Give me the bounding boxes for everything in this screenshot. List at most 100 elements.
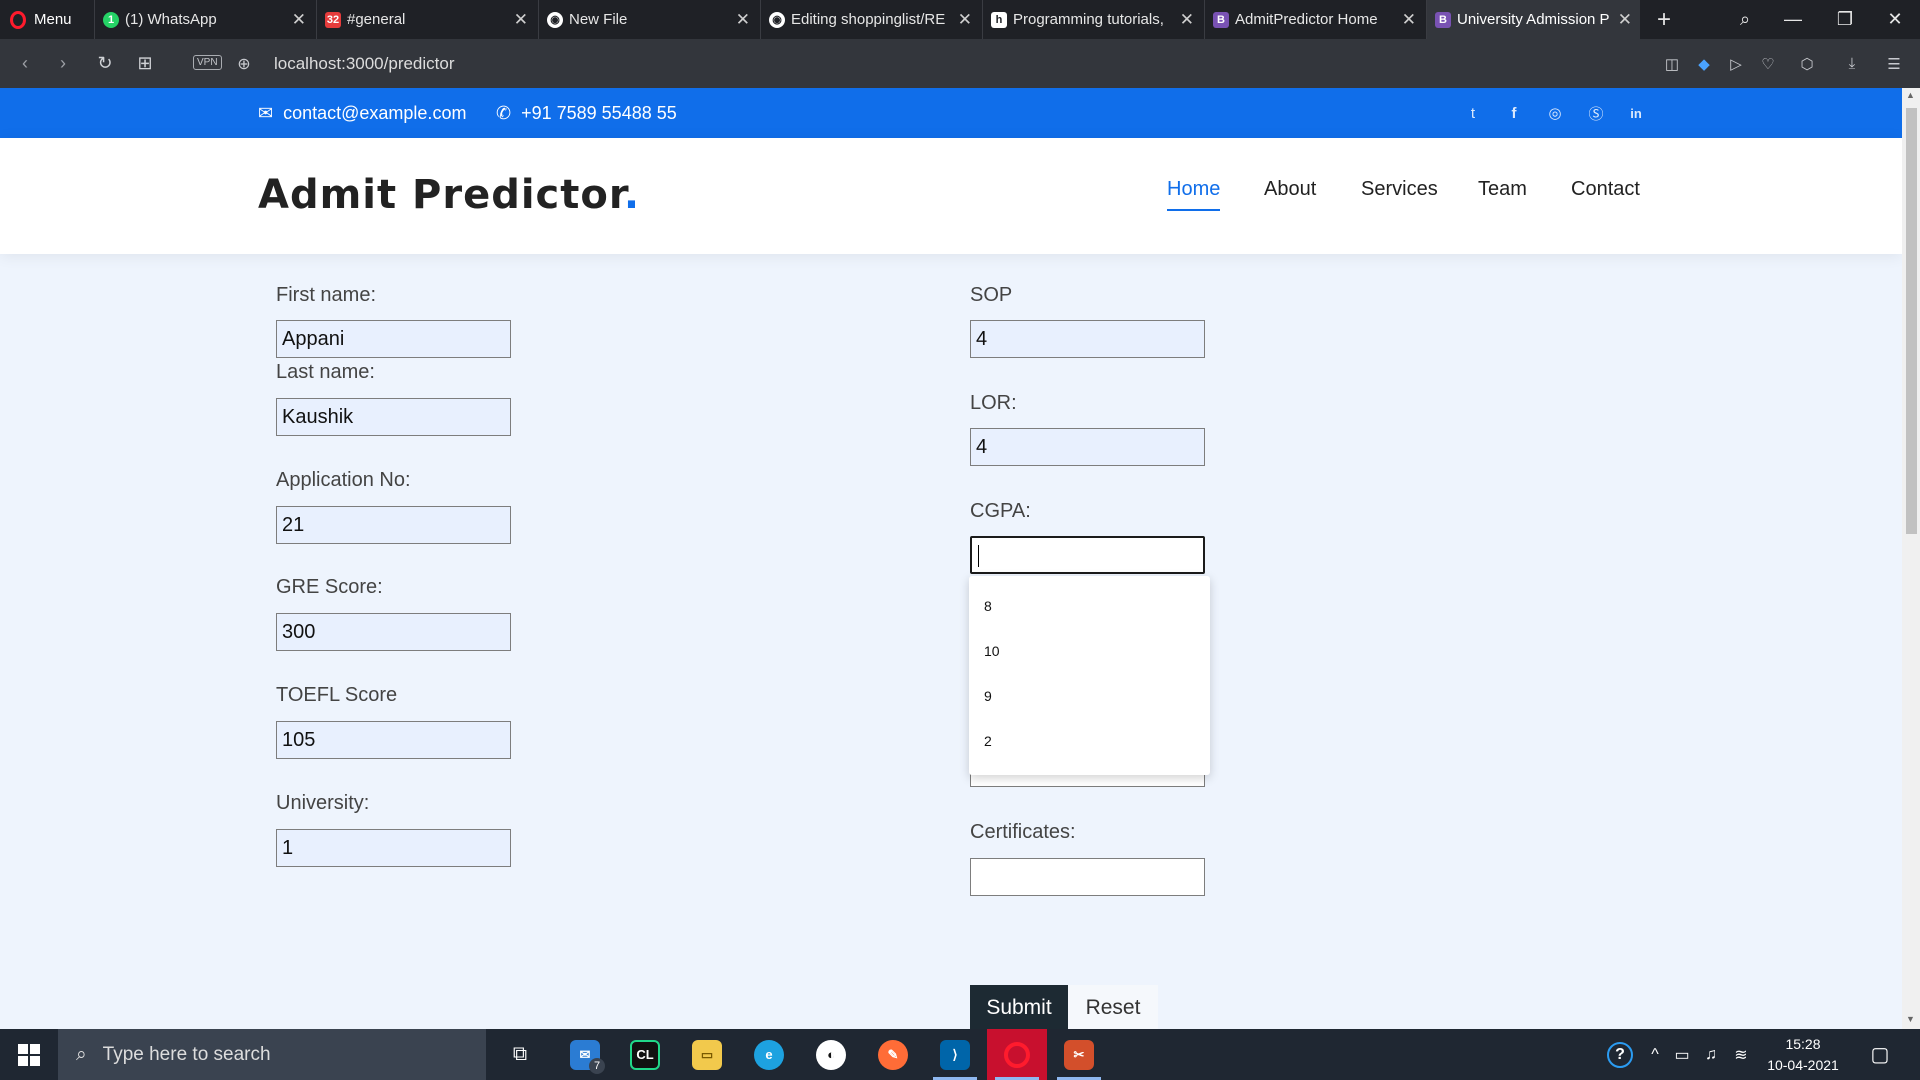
linkedin-icon[interactable]: in <box>1623 88 1649 138</box>
tab-whatsapp[interactable]: 1 (1) WhatsApp ✕ <box>94 0 314 39</box>
scroll-down-icon[interactable]: ▼ <box>1906 1014 1915 1024</box>
restore-button[interactable]: ❐ <box>1822 0 1868 39</box>
opera-browser-icon[interactable] <box>987 1029 1047 1080</box>
scrollbar-thumb[interactable] <box>1906 108 1917 534</box>
twitter-icon[interactable]: t <box>1460 88 1486 138</box>
close-icon[interactable]: ✕ <box>1402 10 1416 30</box>
download-icon[interactable]: ⤓ <box>1838 39 1866 88</box>
minimize-button[interactable]: — <box>1770 0 1816 39</box>
instagram-icon[interactable]: ◎ <box>1542 88 1568 138</box>
submit-button[interactable]: Submit <box>970 985 1068 1031</box>
chevron-up-icon[interactable]: ^ <box>1642 1029 1668 1080</box>
send-icon[interactable]: ▷ <box>1722 39 1750 88</box>
new-tab-button[interactable]: + <box>1641 0 1687 39</box>
site-logo[interactable]: Admit Predictor. <box>258 172 640 218</box>
cgpa-suggestion[interactable]: 10 <box>984 643 1000 659</box>
toefl-score-input[interactable]: 105 <box>276 721 511 759</box>
volume-icon[interactable]: ♫ <box>1697 1029 1725 1080</box>
postman-icon[interactable]: ✎ <box>863 1029 923 1080</box>
cgpa-suggestion[interactable]: 2 <box>984 733 992 749</box>
windows-taskbar: ⌕ Type here to search ⧉ ✉ 7 CL ▭ e ◐ ✎ ⟩… <box>0 1029 1920 1080</box>
nav-home[interactable]: Home <box>1167 178 1221 211</box>
tab-university-admission[interactable]: B University Admission P ✕ <box>1426 0 1640 39</box>
cgpa-suggestion[interactable]: 8 <box>984 598 992 614</box>
university-input[interactable]: 1 <box>276 829 511 867</box>
opera-menu-button[interactable]: Menu <box>10 0 72 39</box>
search-tabs-icon[interactable]: ⌕ <box>1722 0 1768 39</box>
close-icon[interactable]: ✕ <box>514 10 528 30</box>
battery-icon[interactable]: ▭ <box>1668 1029 1696 1080</box>
nav-contact[interactable]: Contact <box>1571 178 1640 209</box>
url-field[interactable]: localhost:3000/predictor <box>274 39 455 88</box>
reload-icon[interactable]: ↻ <box>90 39 120 88</box>
last-name-input[interactable]: Kaushik <box>276 398 511 436</box>
nav-team[interactable]: Team <box>1478 178 1527 209</box>
mail-app-icon[interactable]: ✉ 7 <box>555 1029 615 1080</box>
nav-services[interactable]: Services <box>1361 178 1438 209</box>
tab-admitpredictor-home[interactable]: B AdmitPredictor Home ✕ <box>1204 0 1424 39</box>
clock-time: 15:28 <box>1785 1036 1821 1052</box>
vscode-icon[interactable]: ⟩ <box>925 1029 985 1080</box>
close-icon[interactable]: ✕ <box>1180 10 1194 30</box>
tab-programming-tutorials[interactable]: h Programming tutorials, ✕ <box>982 0 1202 39</box>
close-icon[interactable]: ✕ <box>292 10 306 30</box>
close-icon[interactable]: ✕ <box>958 10 972 30</box>
text-caret <box>978 545 979 567</box>
email-contact[interactable]: ✉ contact@example.com <box>258 88 466 138</box>
vpn-badge[interactable]: VPN <box>193 55 222 70</box>
wifi-icon[interactable]: ≋ <box>1727 1029 1755 1080</box>
speed-dial-icon[interactable]: ⊞ <box>130 39 160 88</box>
gre-score-input[interactable]: 300 <box>276 613 511 651</box>
application-no-input[interactable]: 21 <box>276 506 511 544</box>
scroll-up-icon[interactable]: ▲ <box>1906 90 1915 100</box>
reset-button[interactable]: Reset <box>1068 985 1158 1031</box>
first-name-input[interactable]: Appani <box>276 320 511 358</box>
shield-icon[interactable]: ◆ <box>1690 39 1718 88</box>
whatsapp-icon: 1 <box>103 11 119 28</box>
facebook-icon[interactable]: f <box>1501 88 1527 138</box>
tab-new-file[interactable]: ◉ New File ✕ <box>538 0 758 39</box>
phone-contact[interactable]: ✆ +91 7589 55488 55 <box>496 88 677 138</box>
sop-input[interactable]: 4 <box>970 320 1205 358</box>
menu-label: Menu <box>34 11 72 28</box>
start-button[interactable] <box>0 1029 58 1080</box>
nav-about[interactable]: About <box>1264 178 1316 209</box>
lor-input[interactable]: 4 <box>970 428 1205 466</box>
system-clock[interactable]: 15:28 10-04-2021 <box>1763 1034 1843 1076</box>
help-icon[interactable]: ? <box>1602 1029 1638 1080</box>
incognito-icon[interactable]: ◐ <box>801 1029 861 1080</box>
notifications-icon[interactable]: ▢ <box>1860 1029 1900 1080</box>
search-icon: ⌕ <box>76 1043 87 1065</box>
application-no-label: Application No: <box>276 469 411 491</box>
page-scrollbar[interactable]: ▲ ▼ <box>1902 88 1920 1029</box>
snapshot-icon[interactable]: ◫ <box>1658 39 1686 88</box>
heart-icon[interactable]: ♡ <box>1754 39 1782 88</box>
snipping-tool-icon[interactable]: ✂ <box>1049 1029 1109 1080</box>
email-text[interactable]: contact@example.com <box>283 103 466 124</box>
file-explorer-icon[interactable]: ▭ <box>677 1029 737 1080</box>
clion-app-icon[interactable]: CL <box>615 1029 675 1080</box>
close-icon[interactable]: ✕ <box>736 10 750 30</box>
cgpa-suggestion[interactable]: 9 <box>984 688 992 704</box>
certificates-input[interactable] <box>970 858 1205 896</box>
easy-setup-icon[interactable]: ☰ <box>1880 39 1908 88</box>
cgpa-input[interactable] <box>970 536 1205 574</box>
tab-label: New File <box>569 11 628 28</box>
tab-general[interactable]: 32 #general ✕ <box>316 0 536 39</box>
task-view-icon[interactable]: ⧉ <box>490 1029 550 1080</box>
close-icon[interactable]: ✕ <box>1618 10 1632 30</box>
edge-browser-icon[interactable]: e <box>739 1029 799 1080</box>
tab-editing-shoppinglist[interactable]: ◉ Editing shoppinglist/RE ✕ <box>760 0 980 39</box>
hashnode-icon: h <box>991 11 1007 28</box>
tab-label: (1) WhatsApp <box>125 11 217 28</box>
taskbar-search[interactable]: ⌕ Type here to search <box>58 1029 486 1080</box>
skype-icon[interactable]: Ⓢ <box>1583 88 1609 138</box>
forward-icon[interactable]: › <box>48 39 78 88</box>
phone-text[interactable]: +91 7589 55488 55 <box>521 103 677 124</box>
cube-icon[interactable]: ⬡ <box>1793 39 1821 88</box>
bootstrap-icon: B <box>1435 11 1451 28</box>
phone-icon: ✆ <box>496 102 512 123</box>
back-icon[interactable]: ‹ <box>10 39 40 88</box>
close-window-button[interactable]: ✕ <box>1872 0 1918 39</box>
last-name-label: Last name: <box>276 361 375 383</box>
